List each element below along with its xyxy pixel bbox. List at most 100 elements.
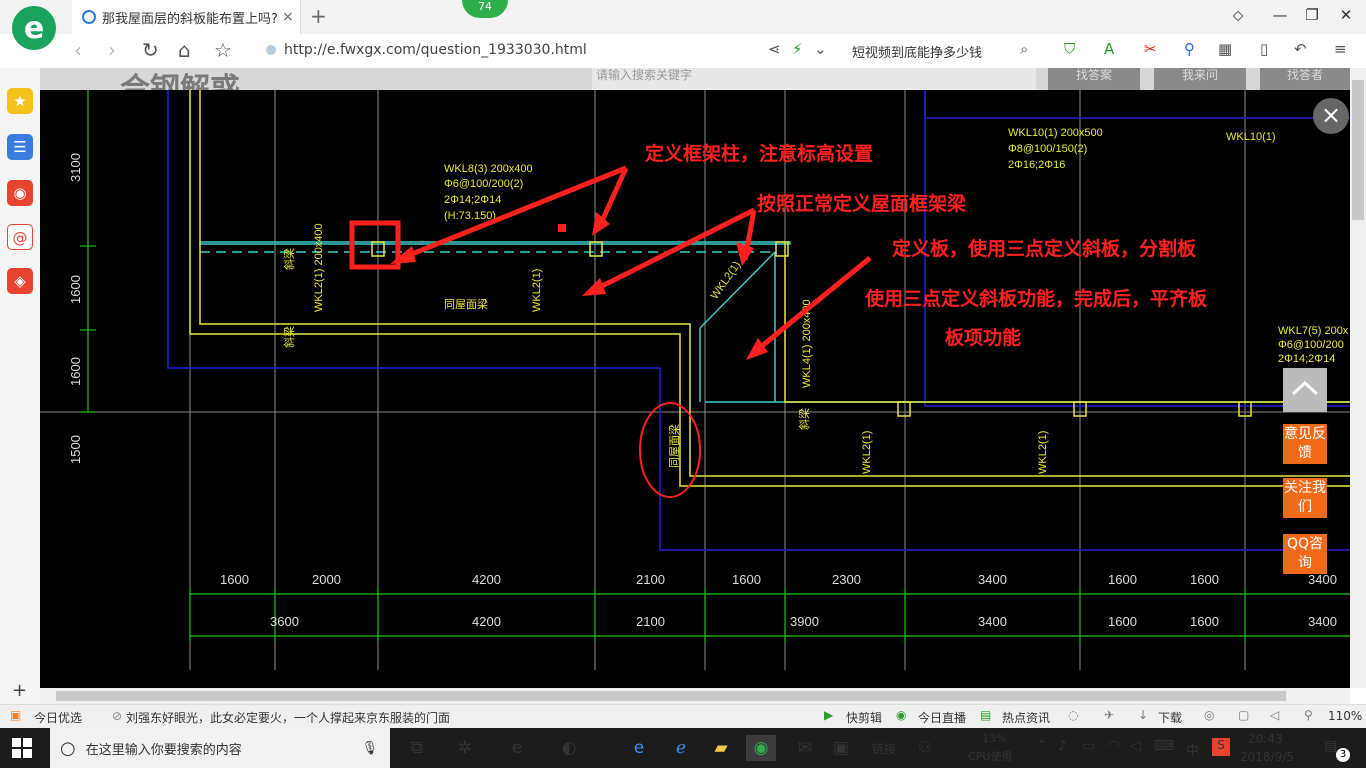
back-to-top-button[interactable] <box>1283 368 1327 412</box>
browser-logo-icon[interactable]: e <box>12 6 56 50</box>
browser-tab[interactable]: 那我屋面层的斜板能布置上吗? 7 × <box>72 0 301 34</box>
mail-icon[interactable]: @ <box>7 224 33 250</box>
app-swirl-icon[interactable]: ◐ <box>554 735 584 761</box>
chevron-up-icon[interactable]: ⌃ <box>1036 738 1048 754</box>
speed-icon[interactable]: ⚡ <box>792 40 803 58</box>
microphone-icon[interactable]: 🎙 <box>361 741 378 756</box>
horizontal-scrollbar[interactable] <box>40 688 1350 704</box>
game-icon[interactable]: ◈ <box>7 268 33 294</box>
windows-start-icon[interactable] <box>12 738 32 758</box>
zoom-level[interactable]: 110% <box>1328 709 1362 723</box>
forward-icon[interactable]: › <box>108 38 116 62</box>
hot-news-icon: ▤ <box>980 708 992 722</box>
keyboard-icon[interactable]: ⌨ <box>1154 738 1174 754</box>
dim-row2-3: 2100 <box>636 614 665 629</box>
edge-icon[interactable]: e <box>624 735 654 761</box>
browser-360-icon[interactable]: ◉ <box>746 735 776 761</box>
tab-title: 那我屋面层的斜板能布置上吗? 7 <box>102 11 278 27</box>
apps-grid-icon[interactable]: ▦ <box>1218 40 1232 58</box>
reload-icon[interactable]: ↻ <box>142 38 159 62</box>
skin-icon[interactable]: ⬦ <box>1228 6 1248 24</box>
search-input[interactable]: 短视频到底能挣多少钱 <box>852 42 982 61</box>
live-link[interactable]: 今日直播 <box>918 709 966 726</box>
action-center-icon[interactable]: ▤ <box>1324 738 1337 754</box>
phone-icon[interactable]: ▯ <box>1260 40 1268 58</box>
vertical-scroll-thumb[interactable] <box>1352 80 1364 220</box>
chevron-down-icon[interactable]: ⌄ <box>814 40 827 58</box>
dim-row1-7: 3400 <box>978 572 1007 587</box>
shield-icon[interactable]: ⛉ <box>1064 40 1075 58</box>
input-method-icon[interactable]: S <box>1212 738 1230 756</box>
annotation-define-roof-beam: 按照正常定义屋面框架梁 <box>757 192 967 215</box>
beam-label-misc-2: 同屋面梁 <box>667 424 681 468</box>
horizontal-scroll-thumb[interactable] <box>56 691 1286 701</box>
internet-explorer-icon[interactable]: ℯ <box>666 735 696 761</box>
beam-label-misc-1: 同屋面梁 <box>444 297 488 311</box>
menu-icon[interactable]: ≡ <box>1334 40 1347 58</box>
ie-mode-icon[interactable]: ◎ <box>1204 708 1214 722</box>
mail-app-icon[interactable]: ✉ <box>790 735 820 761</box>
speed-dial-icon[interactable]: ◌ <box>1068 708 1078 722</box>
cad-drawing-image: WKL8(3) 200x400 Φ6@100/200(2) 2Φ14;2Φ14 … <box>40 90 1350 688</box>
home-icon[interactable]: ⌂ <box>178 38 191 62</box>
minimize-button[interactable]: — <box>1270 6 1290 24</box>
app-pinwheel-icon[interactable]: ✲ <box>450 735 480 761</box>
gift-icon: ▣ <box>10 708 22 722</box>
back-icon[interactable]: ‹ <box>74 38 82 62</box>
search-icon[interactable]: ⌕ <box>1020 40 1028 58</box>
download-link[interactable]: 下载 <box>1158 709 1182 726</box>
task-view-icon[interactable]: ⧉ <box>402 735 432 761</box>
quick-clip-link[interactable]: 快剪辑 <box>846 709 882 726</box>
scissors-icon[interactable]: ✂ <box>1144 40 1157 58</box>
edge-browser-icon[interactable]: e <box>502 735 532 761</box>
dim-row2-8: 3400 <box>1308 614 1337 629</box>
links-toolbar[interactable]: 链接 <box>872 740 896 757</box>
vertical-scrollbar[interactable] <box>1350 68 1366 688</box>
pin-icon[interactable]: ✈ <box>1104 708 1114 722</box>
translate-icon[interactable]: A <box>1104 40 1114 58</box>
dim-row2-6: 1600 <box>1108 614 1137 629</box>
battery-icon[interactable]: ▭ <box>1082 738 1095 754</box>
magnifier-icon[interactable]: ⚲ <box>1184 40 1195 58</box>
file-explorer-icon[interactable]: ▰ <box>706 735 736 761</box>
taskbar-app-icon[interactable]: ▣ <box>826 735 856 761</box>
feedback-button[interactable]: 意见反馈 <box>1283 424 1327 464</box>
taskbar-search-box[interactable]: ○ 在这里输入你要搜索的内容 🎙 <box>50 728 390 768</box>
dim-row1-2: 2000 <box>312 572 341 587</box>
ime-indicator[interactable]: 中 <box>1186 740 1199 759</box>
share-icon[interactable]: ⋖ <box>768 40 781 58</box>
annotation-slab-top: 板项功能 <box>945 326 1021 349</box>
today-picks-link[interactable]: 今日优选 <box>34 709 82 726</box>
weibo-icon[interactable]: ◉ <box>7 180 33 206</box>
maximize-button[interactable]: ❐ <box>1302 6 1322 24</box>
beam-label-wkl2-c: WKL2(1) <box>861 431 873 474</box>
dim-row2-5: 3400 <box>978 614 1007 629</box>
follow-us-button[interactable]: 关注我们 <box>1283 478 1327 518</box>
tab-close-icon[interactable]: × <box>282 9 294 25</box>
lightbox-close-button[interactable]: × <box>1313 98 1349 134</box>
wifi-icon[interactable]: ◠ <box>1108 738 1120 754</box>
beam-label-misc-3: 斜梁 <box>282 248 296 270</box>
sidebar-add-icon[interactable]: + <box>12 680 27 701</box>
clock-date[interactable]: 2018/9/5 <box>1240 750 1294 764</box>
favorites-star-icon[interactable]: ★ <box>7 88 33 114</box>
audio-icon[interactable]: ◁ <box>1270 708 1279 722</box>
notification-bell-icon[interactable]: ♪ <box>1058 738 1067 754</box>
qq-consult-button[interactable]: QQ咨询 <box>1283 534 1327 574</box>
site-security-icon[interactable] <box>266 45 276 55</box>
volume-icon[interactable]: ◁ <box>1130 738 1141 754</box>
zoom-icon[interactable]: ⚲ <box>1304 708 1313 722</box>
reading-list-icon[interactable]: ☰ <box>7 134 33 160</box>
news-ticker-link[interactable]: 刘强东好眼光，此女必定要火，一个人撑起来京东服装的门面 <box>126 709 450 726</box>
dim-left-4: 1500 <box>68 435 83 464</box>
clock-time[interactable]: 20:43 <box>1248 732 1283 746</box>
beam-label-misc-5: 斜梁 <box>797 408 811 430</box>
new-tab-button[interactable]: + <box>310 4 327 28</box>
address-input[interactable]: http://e.fwxgx.com/question_1933030.html <box>284 42 587 58</box>
undo-icon[interactable]: ↶ <box>1294 40 1307 58</box>
favorite-star-icon[interactable]: ☆ <box>214 38 232 62</box>
close-window-button[interactable]: ✕ <box>1336 6 1356 24</box>
hot-news-link[interactable]: 热点资讯 <box>1002 709 1050 726</box>
window-icon[interactable]: ▢ <box>1238 708 1249 722</box>
people-icon[interactable]: ⚇ <box>918 738 931 756</box>
